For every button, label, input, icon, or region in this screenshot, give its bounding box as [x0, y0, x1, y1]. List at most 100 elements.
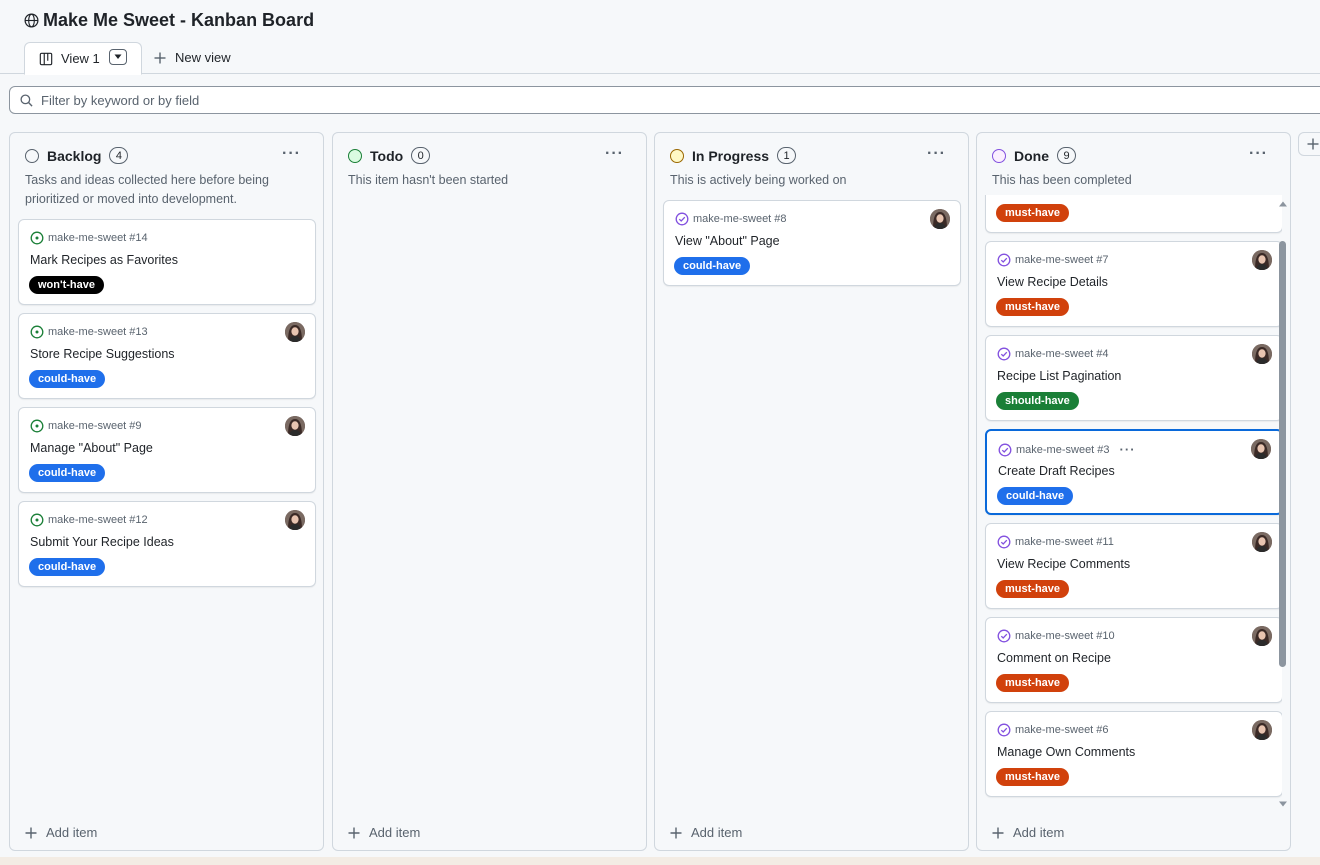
plus-icon — [670, 827, 682, 838]
status-circle-icon — [992, 148, 1006, 163]
scrollbar-thumb[interactable] — [1279, 241, 1286, 667]
issue-reference[interactable]: make-me-sweet #4 — [997, 347, 1109, 361]
card-title[interactable]: View "About" Page — [675, 234, 780, 248]
issue-reference[interactable]: make-me-sweet #3 ··· — [998, 442, 1136, 457]
card-title[interactable]: Manage Own Comments — [997, 745, 1135, 759]
card-title[interactable]: View Recipe Comments — [997, 557, 1130, 571]
issue-reference[interactable]: make-me-sweet #8 — [675, 212, 787, 226]
priority-label[interactable]: could-have — [997, 487, 1074, 505]
issue-card[interactable]: make-me-sweet #10 Comment on Recipe must-h… — [985, 617, 1282, 703]
add-item-button[interactable]: Add item — [670, 825, 742, 840]
card-title[interactable]: View Recipe Details — [997, 275, 1108, 289]
priority-label[interactable]: must-have — [996, 298, 1070, 316]
avatar[interactable] — [1252, 626, 1272, 646]
column-title-row: Done 9 — [992, 147, 1076, 164]
priority-label[interactable]: could-have — [674, 257, 751, 275]
issue-card[interactable]: make-me-sweet #14 Mark Recipes as Favorit… — [18, 219, 316, 305]
triangle-down-icon — [114, 54, 122, 59]
issue-reference-text: make-me-sweet #12 — [48, 514, 148, 526]
issue-card[interactable]: make-me-sweet #12 Submit Your Recipe Idea… — [18, 501, 316, 587]
priority-label[interactable]: must-have — [996, 204, 1070, 222]
priority-label[interactable]: could-have — [29, 558, 106, 576]
user-avatar-icon — [1252, 532, 1272, 552]
avatar[interactable] — [1252, 250, 1272, 270]
priority-label[interactable]: could-have — [29, 464, 106, 482]
column-name: Backlog — [47, 147, 102, 164]
issue-reference[interactable]: make-me-sweet #12 — [30, 513, 148, 527]
issue-closed-icon — [998, 443, 1012, 456]
issue-closed-icon — [997, 253, 1011, 267]
issue-card[interactable]: make-me-sweet #9 Manage "About" Page could… — [18, 407, 316, 493]
add-item-button[interactable]: Add item — [348, 825, 420, 840]
scroll-down-arrow-icon[interactable] — [1278, 799, 1288, 809]
column-backlog: Backlog 4 ··· Tasks and ideas collected … — [9, 132, 324, 851]
column-title-row: Todo 0 — [348, 147, 431, 164]
issue-card[interactable]: Manage Recipes (Full CRUD)must-have — [985, 195, 1282, 233]
card-title[interactable]: Recipe List Pagination — [997, 369, 1121, 383]
avatar[interactable] — [1252, 532, 1272, 552]
priority-label[interactable]: won't-have — [29, 276, 105, 294]
scrollbar[interactable] — [1277, 197, 1289, 811]
issue-card[interactable]: make-me-sweet #3 ··· Create Draft Recipes c… — [985, 429, 1282, 515]
add-item-button[interactable]: Add item — [992, 825, 1064, 840]
priority-label[interactable]: must-have — [996, 674, 1070, 692]
filter-bar[interactable] — [9, 86, 1320, 114]
globe-icon — [24, 13, 39, 28]
tab-view-1[interactable]: View 1 — [24, 42, 142, 75]
avatar[interactable] — [285, 510, 305, 530]
card-title[interactable]: Comment on Recipe — [997, 651, 1111, 665]
user-avatar-icon — [285, 416, 305, 436]
user-avatar-icon — [285, 510, 305, 530]
card-title[interactable]: Store Recipe Suggestions — [30, 347, 175, 361]
title-row: Make Me Sweet - Kanban Board — [24, 10, 314, 31]
add-item-button[interactable]: Add item — [25, 825, 97, 840]
view-options-button[interactable] — [109, 49, 127, 65]
column-description: This has been completed — [992, 173, 1132, 187]
avatar[interactable] — [1252, 344, 1272, 364]
new-view-button[interactable]: New view — [154, 50, 231, 65]
scroll-up-arrow-icon[interactable] — [1278, 199, 1288, 209]
column-more-button[interactable]: ··· — [605, 145, 624, 163]
card-title[interactable]: Mark Recipes as Favorites — [30, 253, 178, 267]
column-count: 1 — [777, 147, 797, 164]
issue-card[interactable]: make-me-sweet #8 View "About" Page could-h… — [663, 200, 961, 286]
avatar[interactable] — [285, 322, 305, 342]
plus-icon — [154, 52, 166, 63]
issue-card[interactable]: make-me-sweet #7 View Recipe Details must-… — [985, 241, 1282, 327]
issue-reference[interactable]: make-me-sweet #10 — [997, 629, 1115, 643]
issue-card[interactable]: make-me-sweet #13 Store Recipe Suggestion… — [18, 313, 316, 399]
priority-label[interactable]: must-have — [996, 768, 1070, 786]
add-column-button[interactable] — [1298, 132, 1320, 156]
avatar[interactable] — [285, 416, 305, 436]
column-more-button[interactable]: ··· — [927, 145, 946, 163]
issue-reference[interactable]: make-me-sweet #7 — [997, 253, 1109, 267]
issue-card[interactable]: make-me-sweet #6 Manage Own Comments must-… — [985, 711, 1282, 797]
user-avatar-icon — [930, 209, 950, 229]
column-header: Backlog 4 ··· Tasks and ideas collected … — [10, 133, 323, 206]
issue-reference[interactable]: make-me-sweet #6 — [997, 723, 1109, 737]
priority-label[interactable]: could-have — [29, 370, 106, 388]
add-item-label: Add item — [369, 825, 421, 840]
card-title[interactable]: Submit Your Recipe Ideas — [30, 535, 174, 549]
issue-card[interactable]: make-me-sweet #11 View Recipe Comments mus… — [985, 523, 1282, 609]
priority-label[interactable]: should-have — [996, 392, 1079, 410]
card-scroll-area[interactable]: Manage Recipes (Full CRUD)must-have make-… — [977, 195, 1282, 811]
filter-input[interactable] — [41, 92, 641, 108]
issue-card[interactable]: make-me-sweet #4 Recipe List Pagination sh… — [985, 335, 1282, 421]
avatar[interactable] — [1252, 720, 1272, 740]
card-title[interactable]: Manage "About" Page — [30, 441, 153, 455]
issue-closed-icon — [997, 723, 1011, 737]
avatar[interactable] — [1251, 439, 1271, 459]
avatar[interactable] — [930, 209, 950, 229]
issue-reference[interactable]: make-me-sweet #9 — [30, 419, 142, 433]
issue-reference[interactable]: make-me-sweet #14 — [30, 231, 148, 245]
issue-reference[interactable]: make-me-sweet #13 — [30, 325, 148, 339]
card-title[interactable]: Create Draft Recipes — [998, 464, 1115, 478]
column-more-button[interactable]: ··· — [1249, 145, 1268, 163]
header: Make Me Sweet - Kanban Board View 1 New … — [0, 0, 1320, 75]
column-more-button[interactable]: ··· — [282, 145, 301, 163]
issue-reference[interactable]: make-me-sweet #11 — [997, 535, 1114, 549]
priority-label[interactable]: must-have — [996, 580, 1070, 598]
user-avatar-icon — [285, 322, 305, 342]
card-more-button[interactable]: ··· — [1120, 442, 1136, 457]
